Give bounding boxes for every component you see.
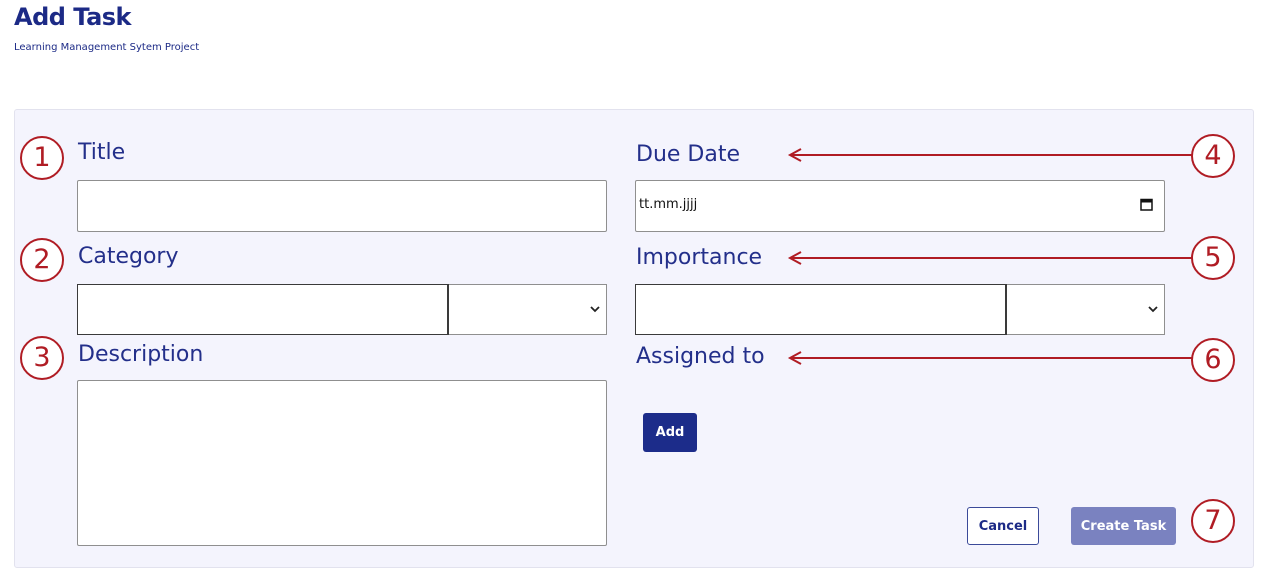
annotation-arrow-4 (787, 148, 1193, 162)
category-label: Category (78, 244, 179, 269)
annotation-marker-7: 7 (1191, 499, 1235, 543)
title-label: Title (78, 140, 126, 165)
description-label: Description (78, 342, 204, 367)
importance-input[interactable] (635, 284, 1007, 335)
assigned-to-label: Assigned to (636, 344, 765, 369)
cancel-button[interactable]: Cancel (967, 507, 1039, 545)
category-input[interactable] (77, 284, 449, 335)
annotation-marker-1: 1 (20, 136, 64, 180)
add-assignee-button[interactable]: Add (643, 413, 697, 452)
calendar-icon[interactable] (1140, 198, 1153, 211)
due-date-input[interactable]: tt.mm.jjjj (635, 180, 1165, 232)
annotation-marker-3: 3 (20, 336, 64, 380)
category-select[interactable] (449, 284, 607, 335)
description-textarea[interactable] (77, 380, 607, 546)
annotation-arrow-5 (787, 251, 1193, 265)
chevron-down-icon (590, 306, 600, 313)
chevron-down-icon (1148, 306, 1158, 313)
importance-select[interactable] (1007, 284, 1165, 335)
importance-label: Importance (636, 245, 763, 270)
title-input[interactable] (77, 180, 607, 232)
annotation-arrow-6 (787, 351, 1193, 365)
annotation-marker-4: 4 (1191, 134, 1235, 178)
annotation-marker-2: 2 (20, 238, 64, 282)
create-task-button[interactable]: Create Task (1071, 507, 1176, 545)
annotation-marker-6: 6 (1191, 338, 1235, 382)
due-date-label: Due Date (636, 142, 740, 167)
page-subtitle: Learning Management Sytem Project (14, 42, 200, 53)
page-title: Add Task (14, 3, 132, 31)
due-date-placeholder: tt.mm.jjjj (639, 197, 698, 212)
annotation-marker-5: 5 (1191, 236, 1235, 280)
